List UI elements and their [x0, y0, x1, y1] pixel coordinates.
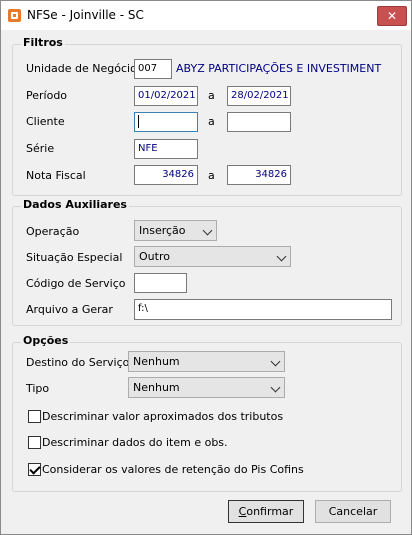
chevron-down-icon: [270, 356, 281, 367]
codigo-servico-input[interactable]: [134, 273, 187, 293]
confirmar-button[interactable]: Confirmar: [228, 500, 304, 523]
operacao-select[interactable]: Inserção: [134, 220, 217, 241]
destino-label: Destino do Serviço: [26, 356, 130, 369]
chevron-down-icon: [276, 251, 287, 262]
opcoes-legend: Opções: [21, 334, 71, 347]
arquivo-label: Arquivo a Gerar: [26, 303, 113, 316]
dialog-content: Filtros Unidade de Negócio 007 ABYZ PART…: [1, 30, 411, 534]
filtros-group: Filtros Unidade de Negócio 007 ABYZ PART…: [12, 36, 402, 196]
nota-fiscal-label: Nota Fiscal: [26, 169, 86, 182]
pis-cofins-checkbox[interactable]: [28, 463, 41, 476]
nota-fiscal-to-input[interactable]: 34826: [227, 165, 291, 185]
periodo-label: Período: [26, 89, 68, 102]
descriminar-item-checkbox[interactable]: [28, 436, 41, 449]
filtros-legend: Filtros: [21, 36, 65, 49]
codigo-servico-label: Código de Serviço: [26, 277, 126, 290]
operacao-value: Inserção: [139, 224, 186, 237]
cliente-from-input[interactable]: [134, 112, 198, 132]
destino-select[interactable]: Nenhum: [128, 351, 285, 372]
opcoes-group: Opções Destino do Serviço Nenhum Tipo Ne…: [12, 334, 402, 492]
periodo-to-input[interactable]: 28/02/2021: [227, 86, 291, 106]
chevron-down-icon: [202, 225, 213, 236]
tipo-value: Nenhum: [133, 381, 180, 394]
descriminar-tributos-label: Descriminar valor aproximados dos tribut…: [42, 410, 284, 423]
unidade-code-input[interactable]: 007: [134, 59, 172, 79]
descriminar-item-label: Descriminar dados do item e obs.: [42, 436, 228, 449]
destino-value: Nenhum: [133, 355, 180, 368]
cancelar-button[interactable]: Cancelar: [315, 500, 391, 523]
situacao-select[interactable]: Outro: [134, 246, 291, 267]
pis-cofins-label: Considerar os valores de retenção do Pis…: [42, 463, 304, 476]
arquivo-input[interactable]: f:\: [134, 299, 392, 320]
serie-input[interactable]: NFE: [134, 139, 198, 159]
operacao-label: Operação: [26, 225, 80, 238]
tipo-label: Tipo: [26, 382, 50, 395]
dialog-window: NFSe - Joinville - SC ✕ Filtros Unidade …: [0, 0, 412, 535]
cliente-to-input[interactable]: [227, 112, 291, 132]
cliente-a-label: a: [208, 115, 215, 128]
unidade-label: Unidade de Negócio: [26, 62, 137, 75]
close-button[interactable]: ✕: [377, 6, 407, 26]
periodo-from-input[interactable]: 01/02/2021: [134, 86, 198, 106]
window-title: NFSe - Joinville - SC: [27, 8, 144, 22]
serie-label: Série: [26, 142, 55, 155]
cliente-label: Cliente: [26, 115, 65, 128]
title-bar: NFSe - Joinville - SC ✕: [1, 1, 411, 30]
text-caret: [138, 114, 139, 128]
chevron-down-icon: [270, 382, 281, 393]
confirmar-label: onfirmar: [246, 505, 294, 518]
periodo-a-label: a: [208, 89, 215, 102]
dados-auxiliares-legend: Dados Auxiliares: [21, 198, 129, 211]
unidade-name-text: ABYZ PARTICIPAÇÕES E INVESTIMENT: [176, 62, 382, 75]
tipo-select[interactable]: Nenhum: [128, 377, 285, 398]
descriminar-tributos-checkbox[interactable]: [28, 410, 41, 423]
app-icon: [8, 9, 21, 22]
nota-fiscal-from-input[interactable]: 34826: [134, 165, 198, 185]
nota-fiscal-a-label: a: [208, 169, 215, 182]
situacao-label: Situação Especial: [26, 251, 123, 264]
dados-auxiliares-group: Dados Auxiliares Operação Inserção Situa…: [12, 198, 402, 326]
situacao-value: Outro: [139, 250, 170, 263]
